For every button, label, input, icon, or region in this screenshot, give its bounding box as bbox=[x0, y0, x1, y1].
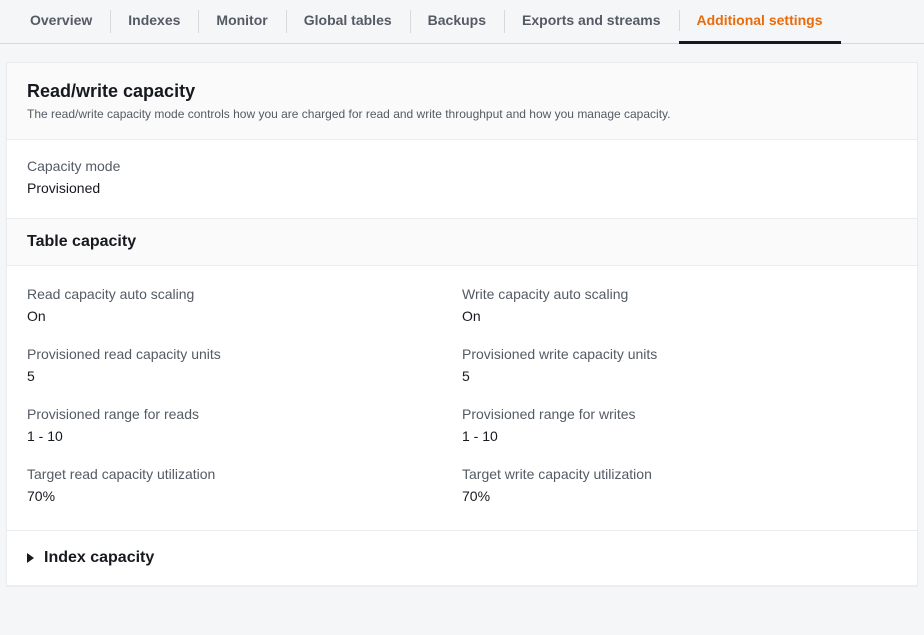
read-range-label: Provisioned range for reads bbox=[27, 406, 462, 422]
table-capacity-header: Table capacity bbox=[7, 219, 917, 266]
write-target-label: Target write capacity utilization bbox=[462, 466, 897, 482]
write-auto-scaling-label: Write capacity auto scaling bbox=[462, 286, 897, 302]
index-capacity-expander[interactable]: Index capacity bbox=[7, 530, 917, 585]
write-auto-scaling-value: On bbox=[462, 308, 897, 324]
read-auto-scaling-label: Read capacity auto scaling bbox=[27, 286, 462, 302]
read-auto-scaling-value: On bbox=[27, 308, 462, 324]
read-range-value: 1 - 10 bbox=[27, 428, 462, 444]
capacity-mode-label: Capacity mode bbox=[27, 158, 897, 174]
write-target-value: 70% bbox=[462, 488, 897, 504]
panel-header: Read/write capacity The read/write capac… bbox=[7, 63, 917, 140]
tab-global-tables[interactable]: Global tables bbox=[286, 0, 410, 43]
read-write-capacity-panel: Read/write capacity The read/write capac… bbox=[6, 62, 918, 586]
read-target-value: 70% bbox=[27, 488, 462, 504]
write-provisioned-label: Provisioned write capacity units bbox=[462, 346, 897, 362]
tab-exports-and-streams[interactable]: Exports and streams bbox=[504, 0, 679, 43]
capacity-mode-value: Provisioned bbox=[27, 180, 897, 196]
read-provisioned-value: 5 bbox=[27, 368, 462, 384]
panel-title: Read/write capacity bbox=[27, 81, 897, 102]
tab-monitor[interactable]: Monitor bbox=[198, 0, 285, 43]
table-capacity-title: Table capacity bbox=[27, 233, 897, 251]
index-capacity-title: Index capacity bbox=[44, 549, 154, 567]
write-provisioned-value: 5 bbox=[462, 368, 897, 384]
tab-bar: Overview Indexes Monitor Global tables B… bbox=[0, 0, 924, 44]
read-provisioned-label: Provisioned read capacity units bbox=[27, 346, 462, 362]
read-capacity-column: Read capacity auto scaling On Provisione… bbox=[27, 286, 462, 526]
write-range-value: 1 - 10 bbox=[462, 428, 897, 444]
tab-overview[interactable]: Overview bbox=[12, 0, 110, 43]
table-capacity-columns: Read capacity auto scaling On Provisione… bbox=[7, 266, 917, 530]
write-capacity-column: Write capacity auto scaling On Provision… bbox=[462, 286, 897, 526]
tab-additional-settings[interactable]: Additional settings bbox=[679, 0, 841, 44]
panel-description: The read/write capacity mode controls ho… bbox=[27, 106, 897, 123]
tab-indexes[interactable]: Indexes bbox=[110, 0, 198, 43]
capacity-mode-section: Capacity mode Provisioned bbox=[7, 140, 917, 219]
caret-right-icon bbox=[27, 553, 34, 563]
write-range-label: Provisioned range for writes bbox=[462, 406, 897, 422]
tab-backups[interactable]: Backups bbox=[410, 0, 504, 43]
read-target-label: Target read capacity utilization bbox=[27, 466, 462, 482]
